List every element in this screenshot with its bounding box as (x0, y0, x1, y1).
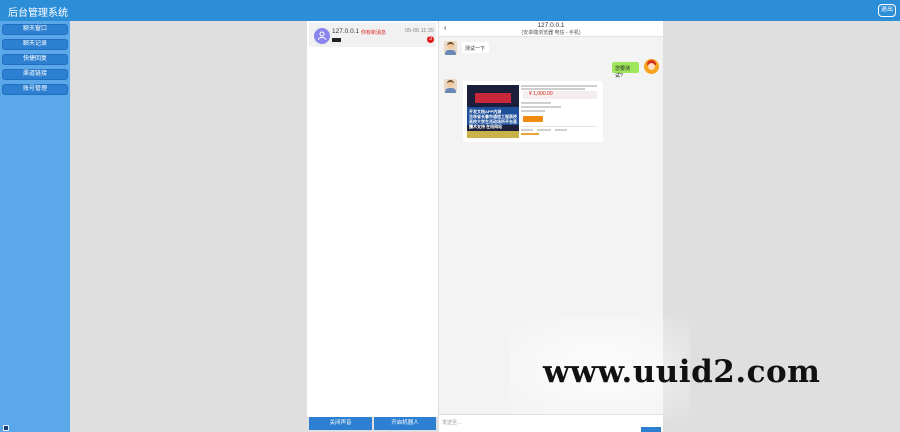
product-footer-line (521, 129, 533, 131)
unread-badge: 3 (427, 36, 434, 43)
open-robot-button[interactable]: 开启机器人 (374, 417, 436, 430)
user-icon (318, 31, 326, 40)
session-last-message-preview (332, 38, 341, 42)
product-title-line (521, 88, 585, 90)
session-ip: 127.0.0.1 (332, 28, 360, 35)
logout-button[interactable]: 退出 (878, 4, 896, 17)
sidebar: 聊天窗口 聊天记录 快捷回复 渠道链接 账号管理 (0, 21, 70, 432)
chat-header: ‹ 127.0.0.1 (安卓端浏览器 电信 - 手机) (439, 21, 663, 37)
product-thumbnail: 开发文档APP内测 吉林省长春市通信工程高校 高校大学生活动场所平台直播 技术支… (467, 85, 519, 138)
session-new-message-tag: 你有新消息 (361, 30, 387, 36)
top-bar: 后台管理系统 退出 (0, 0, 900, 21)
order-button[interactable] (523, 116, 543, 122)
watermark: www.uuid2.com (543, 354, 821, 390)
session-item[interactable]: 127.0.0.1 你有新消息 05-06 11:35 3 (309, 23, 436, 47)
sidebar-collapse-icon[interactable] (3, 425, 9, 431)
sidebar-item-quick-reply[interactable]: 快捷回复 (2, 54, 68, 65)
product-meta-line (521, 106, 561, 108)
product-footer-line (521, 133, 539, 135)
product-card-message[interactable]: 开发文档APP内测 吉林省长春市通信工程高校 高校大学生活动场所平台直播 技术支… (463, 81, 603, 142)
visitor-avatar (314, 28, 330, 44)
visitor-message-avatar (444, 41, 457, 55)
product-footer-line (537, 129, 551, 131)
product-title-line (521, 85, 597, 87)
product-price: ¥ 1,000.00 (529, 91, 553, 97)
product-meta-line (521, 102, 551, 104)
visitor-message-avatar (444, 79, 457, 93)
send-button[interactable] (641, 427, 661, 432)
app-title: 后台管理系统 (8, 8, 68, 19)
agent-avatar (644, 59, 659, 74)
chat-header-device: (安卓端浏览器 电信 - 手机) (521, 30, 581, 36)
product-meta-line (521, 110, 545, 112)
sidebar-item-chat-history[interactable]: 聊天记录 (2, 39, 68, 50)
message-input[interactable]: 发送至... (442, 419, 461, 426)
sidebar-item-channel-links[interactable]: 渠道链接 (2, 69, 68, 80)
close-sound-button[interactable]: 关闭声音 (309, 417, 372, 430)
session-list: 127.0.0.1 你有新消息 05-06 11:35 3 (307, 21, 438, 417)
message-bubble-right: 您要测试? (612, 62, 639, 79)
sidebar-item-chat-window[interactable]: 聊天窗口 (2, 24, 68, 35)
sidebar-item-account-management[interactable]: 账号管理 (2, 84, 68, 95)
chat-header-ip: 127.0.0.1 (537, 22, 565, 29)
session-time: 05-06 11:35 (405, 28, 434, 34)
product-footer-line (555, 129, 567, 131)
message-bubble-left: 测试一下 (462, 42, 489, 53)
thumbnail-text: 技术支持 在线网站 (469, 124, 503, 129)
card-divider (521, 126, 597, 127)
